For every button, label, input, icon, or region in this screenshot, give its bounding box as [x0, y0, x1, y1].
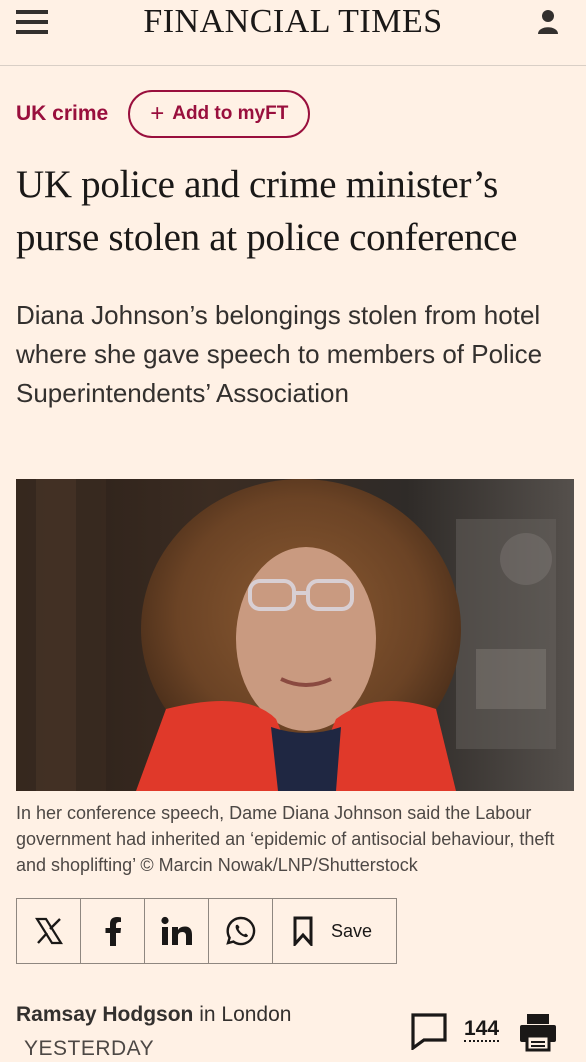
publish-timestamp: YESTERDAY	[24, 1037, 155, 1060]
add-to-myft-button[interactable]: + Add to myFT	[128, 90, 311, 138]
comments-button[interactable]: 144	[410, 1012, 500, 1050]
save-article-button[interactable]: Save	[273, 899, 396, 963]
image-caption: In her conference speech, Dame Diana Joh…	[16, 803, 555, 875]
save-label: Save	[331, 920, 373, 941]
article-headline: UK police and crime minister’s purse sto…	[16, 163, 518, 259]
topic-link[interactable]: UK crime	[16, 102, 108, 126]
article-topic-row: UK crime + Add to myFT	[16, 90, 311, 138]
x-icon	[34, 917, 63, 945]
article-standfirst: Diana Johnson’s belongings stolen from h…	[16, 300, 543, 408]
byline-location: in London	[199, 1003, 292, 1026]
share-facebook-button[interactable]	[81, 899, 145, 963]
share-toolbar: Save	[16, 898, 397, 964]
site-header: FINANCIAL TIMES	[0, 0, 586, 66]
article-main-image	[16, 479, 574, 791]
site-logo[interactable]: FINANCIAL TIMES	[0, 3, 586, 41]
comment-icon	[411, 1013, 447, 1050]
share-x-button[interactable]	[17, 899, 81, 963]
share-linkedin-button[interactable]	[145, 899, 209, 963]
print-button[interactable]	[518, 1012, 558, 1052]
article-byline: Ramsay Hodgson in London	[16, 1003, 291, 1027]
user-account-icon[interactable]	[536, 9, 560, 35]
plus-icon: +	[150, 100, 165, 127]
print-icon	[520, 1014, 556, 1052]
linkedin-icon	[160, 916, 192, 945]
comment-count: 144	[464, 1017, 500, 1042]
whatsapp-icon	[225, 916, 255, 946]
facebook-icon	[105, 917, 121, 946]
author-link[interactable]: Ramsay Hodgson	[16, 1003, 193, 1026]
add-to-myft-label: Add to myFT	[172, 103, 289, 124]
bookmark-icon	[293, 916, 313, 946]
share-whatsapp-button[interactable]	[209, 899, 273, 963]
